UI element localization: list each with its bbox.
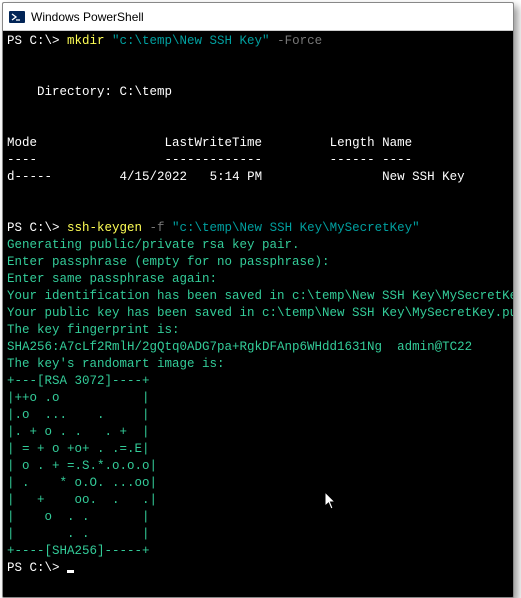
art-line: | . * o.O. ...oo|	[7, 476, 157, 490]
powershell-icon	[9, 9, 25, 25]
art-line: |. + o . . . + |	[7, 425, 150, 439]
out-line: Your public key has been saved in c:\tem…	[7, 306, 514, 320]
art-line: | o . + =.S.*.o.o.o|	[7, 459, 157, 473]
art-line: | o . . |	[7, 510, 150, 524]
prompt: PS C:\>	[7, 561, 67, 575]
out-line: SHA256:A7cLf2RmlH/2gQtq0ADG7pa+RgkDFAnp6…	[7, 340, 472, 354]
hdr-lwt: LastWriteTime	[165, 136, 263, 150]
out-line: Enter passphrase (empty for no passphras…	[7, 255, 330, 269]
art-line: | . . |	[7, 527, 150, 541]
arg-keypath: "c:\temp\New SSH Key\MySecretKey"	[172, 221, 420, 235]
cmd-mkdir: mkdir	[67, 34, 105, 48]
out-line: Your identification has been saved in c:…	[7, 289, 514, 303]
out-line: Generating public/private rsa key pair.	[7, 238, 300, 252]
cursor	[67, 570, 74, 573]
art-line: +---[RSA 3072]----+	[7, 374, 150, 388]
out-line: The key fingerprint is:	[7, 323, 180, 337]
dash-mode: ----	[7, 153, 37, 167]
art-line: | = + o +o+ . .=.E|	[7, 442, 150, 456]
row-name: New SSH Key	[382, 170, 465, 184]
row-date: 4/15/2022	[120, 170, 188, 184]
window-title: Windows PowerShell	[31, 10, 144, 24]
row-time: 5:14 PM	[210, 170, 263, 184]
prompt: PS C:\>	[7, 34, 67, 48]
cmd-sshkeygen: ssh-keygen	[67, 221, 142, 235]
hdr-name: Name	[382, 136, 412, 150]
terminal-output[interactable]: PS C:\> mkdir "c:\temp\New SSH Key" -For…	[3, 31, 513, 597]
row-mode: d-----	[7, 170, 52, 184]
titlebar[interactable]: Windows PowerShell	[3, 3, 513, 31]
out-line: Enter same passphrase again:	[7, 272, 217, 286]
flag-force: -Force	[270, 34, 323, 48]
dash-len: ------	[330, 153, 375, 167]
art-line: | + oo. . .|	[7, 493, 157, 507]
art-line: +----[SHA256]-----+	[7, 544, 150, 558]
prompt: PS C:\>	[7, 221, 67, 235]
dash-name: ----	[382, 153, 412, 167]
out-line: The key's randomart image is:	[7, 357, 225, 371]
powershell-window: Windows PowerShell PS C:\> mkdir "c:\tem…	[2, 2, 514, 598]
dash-lwt: -------------	[165, 153, 263, 167]
art-line: |++o .o |	[7, 391, 150, 405]
flag-f: -f	[142, 221, 172, 235]
dir-label: Directory: C:\temp	[7, 85, 172, 99]
hdr-len: Length	[330, 136, 375, 150]
arg-path: "c:\temp\New SSH Key"	[105, 34, 270, 48]
art-line: |.o ... . |	[7, 408, 150, 422]
hdr-mode: Mode	[7, 136, 37, 150]
